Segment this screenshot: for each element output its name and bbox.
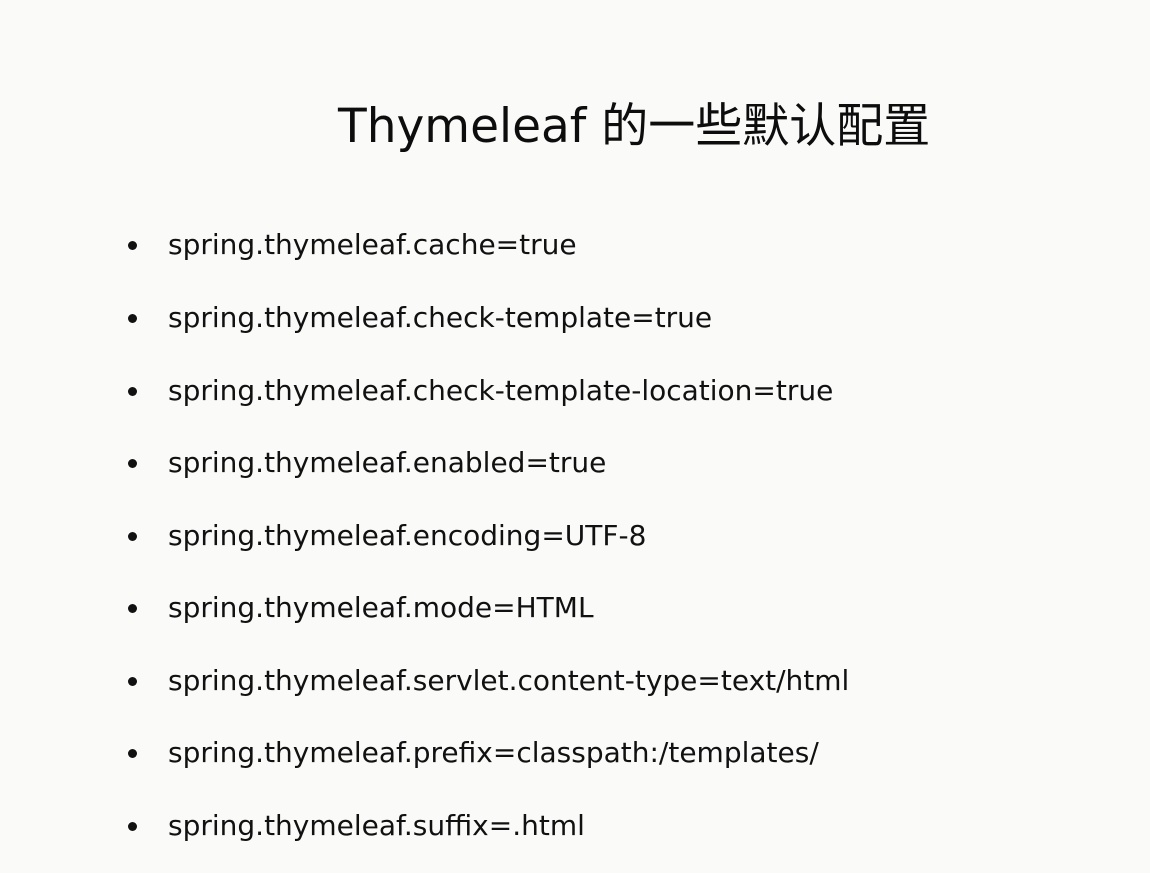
bullet-icon [128,240,137,250]
slide-title: Thymeleaf 的一些默认配置 [338,99,931,155]
bullet-icon [128,603,137,613]
list-item-text: spring.thymeleaf.cache=true [168,228,577,261]
list-item-text: spring.thymeleaf.encoding=UTF-8 [168,519,647,552]
list-item-text: spring.thymeleaf.servlet.content-type=te… [168,664,850,697]
list-item-text: spring.thymeleaf.suffix=.html [168,809,585,842]
list-item: spring.thymeleaf.suffix=.html [128,806,585,846]
bullet-icon [128,748,137,758]
bullet-icon [128,676,137,686]
list-item-text: spring.thymeleaf.check-template=true [168,301,713,334]
list-item-text: spring.thymeleaf.check-template-location… [168,374,834,407]
bullet-icon [128,821,137,831]
bullet-icon [128,386,137,396]
list-item: spring.thymeleaf.cache=true [128,225,577,265]
list-item-text: spring.thymeleaf.enabled=true [168,446,607,479]
list-item: spring.thymeleaf.servlet.content-type=te… [128,661,849,701]
list-item: spring.thymeleaf.encoding=UTF-8 [128,516,646,556]
list-item: spring.thymeleaf.check-template-location… [128,371,833,411]
list-item-text: spring.thymeleaf.mode=HTML [168,591,594,624]
bullet-icon [128,531,137,541]
bullet-icon [128,313,137,323]
bullet-icon [128,458,137,468]
list-item: spring.thymeleaf.prefix=classpath:/templ… [128,733,819,773]
list-item-text: spring.thymeleaf.prefix=classpath:/templ… [168,736,819,769]
list-item: spring.thymeleaf.mode=HTML [128,588,594,628]
slide: Thymeleaf 的一些默认配置 spring.thymeleaf.cache… [0,0,1150,873]
list-item: spring.thymeleaf.check-template=true [128,298,712,338]
list-item: spring.thymeleaf.enabled=true [128,443,606,483]
